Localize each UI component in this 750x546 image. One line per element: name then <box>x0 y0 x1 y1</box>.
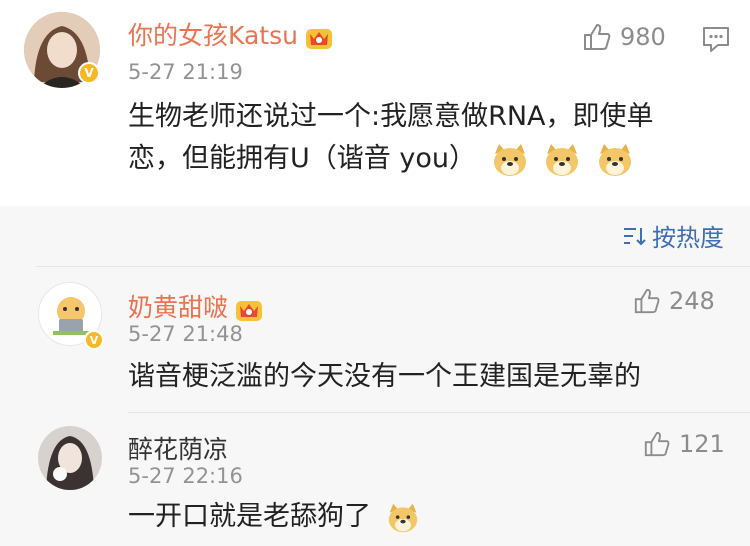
username-text[interactable]: 你的女孩Katsu <box>128 21 298 50</box>
like-button[interactable]: 121 <box>643 430 725 458</box>
reply-text-content: 一开口就是老舔狗了 <box>128 501 371 532</box>
comment-username[interactable]: 你的女孩Katsu <box>128 16 334 52</box>
doge-emoji-icon <box>388 503 417 532</box>
reply-username[interactable]: 奶黄甜啵 <box>128 288 264 324</box>
comment-text-line-1: 生物老师还说过一个:我愿意做RNA，即使单 <box>128 101 654 132</box>
doge-emoji-icon <box>598 143 631 176</box>
avatar[interactable] <box>38 426 102 490</box>
sort-icon <box>624 227 646 245</box>
divider <box>36 266 750 267</box>
thumbs-up-icon <box>634 288 660 314</box>
like-button[interactable]: 248 <box>633 287 715 315</box>
reply-time: 5-27 22:16 <box>128 464 243 488</box>
doge-emoji-icon <box>493 143 526 176</box>
crown-icon <box>236 301 263 321</box>
thumbs-up-icon <box>644 431 670 457</box>
like-count: 248 <box>669 287 715 315</box>
main-comment: V 你的女孩Katsu 5-27 21:19 980 生物老师还说过一个:我愿意… <box>0 0 750 206</box>
sort-label[interactable]: 按热度 <box>652 218 724 253</box>
verified-badge-icon: V <box>84 330 104 350</box>
comment-text-line-2: 恋，但能拥有U（谐音 you） <box>128 138 634 180</box>
reply-username[interactable]: 醉花荫凉 <box>128 430 228 466</box>
reply-text: 谐音梗泛滥的今天没有一个王建国是无辜的 <box>128 361 641 392</box>
crown-icon <box>305 29 332 49</box>
username-text[interactable]: 醉花荫凉 <box>128 435 228 464</box>
verified-badge-icon: V <box>78 62 100 84</box>
comment-time: 5-27 21:19 <box>128 60 243 84</box>
reply-text: 一开口就是老舔狗了 <box>128 496 420 538</box>
reply-time: 5-27 21:48 <box>128 322 243 346</box>
thumbs-up-icon <box>584 24 611 50</box>
like-count: 980 <box>620 23 666 51</box>
sort-button[interactable]: 按热度 <box>622 218 724 253</box>
doge-emoji-icon <box>546 143 579 176</box>
reply-comment-icon[interactable] <box>701 24 731 54</box>
divider <box>128 412 750 413</box>
comment-text-line-2-text: 恋，但能拥有U（谐音 you） <box>128 143 476 174</box>
like-button[interactable]: 980 <box>582 22 666 52</box>
username-text[interactable]: 奶黄甜啵 <box>128 293 228 322</box>
like-count: 121 <box>679 430 725 458</box>
